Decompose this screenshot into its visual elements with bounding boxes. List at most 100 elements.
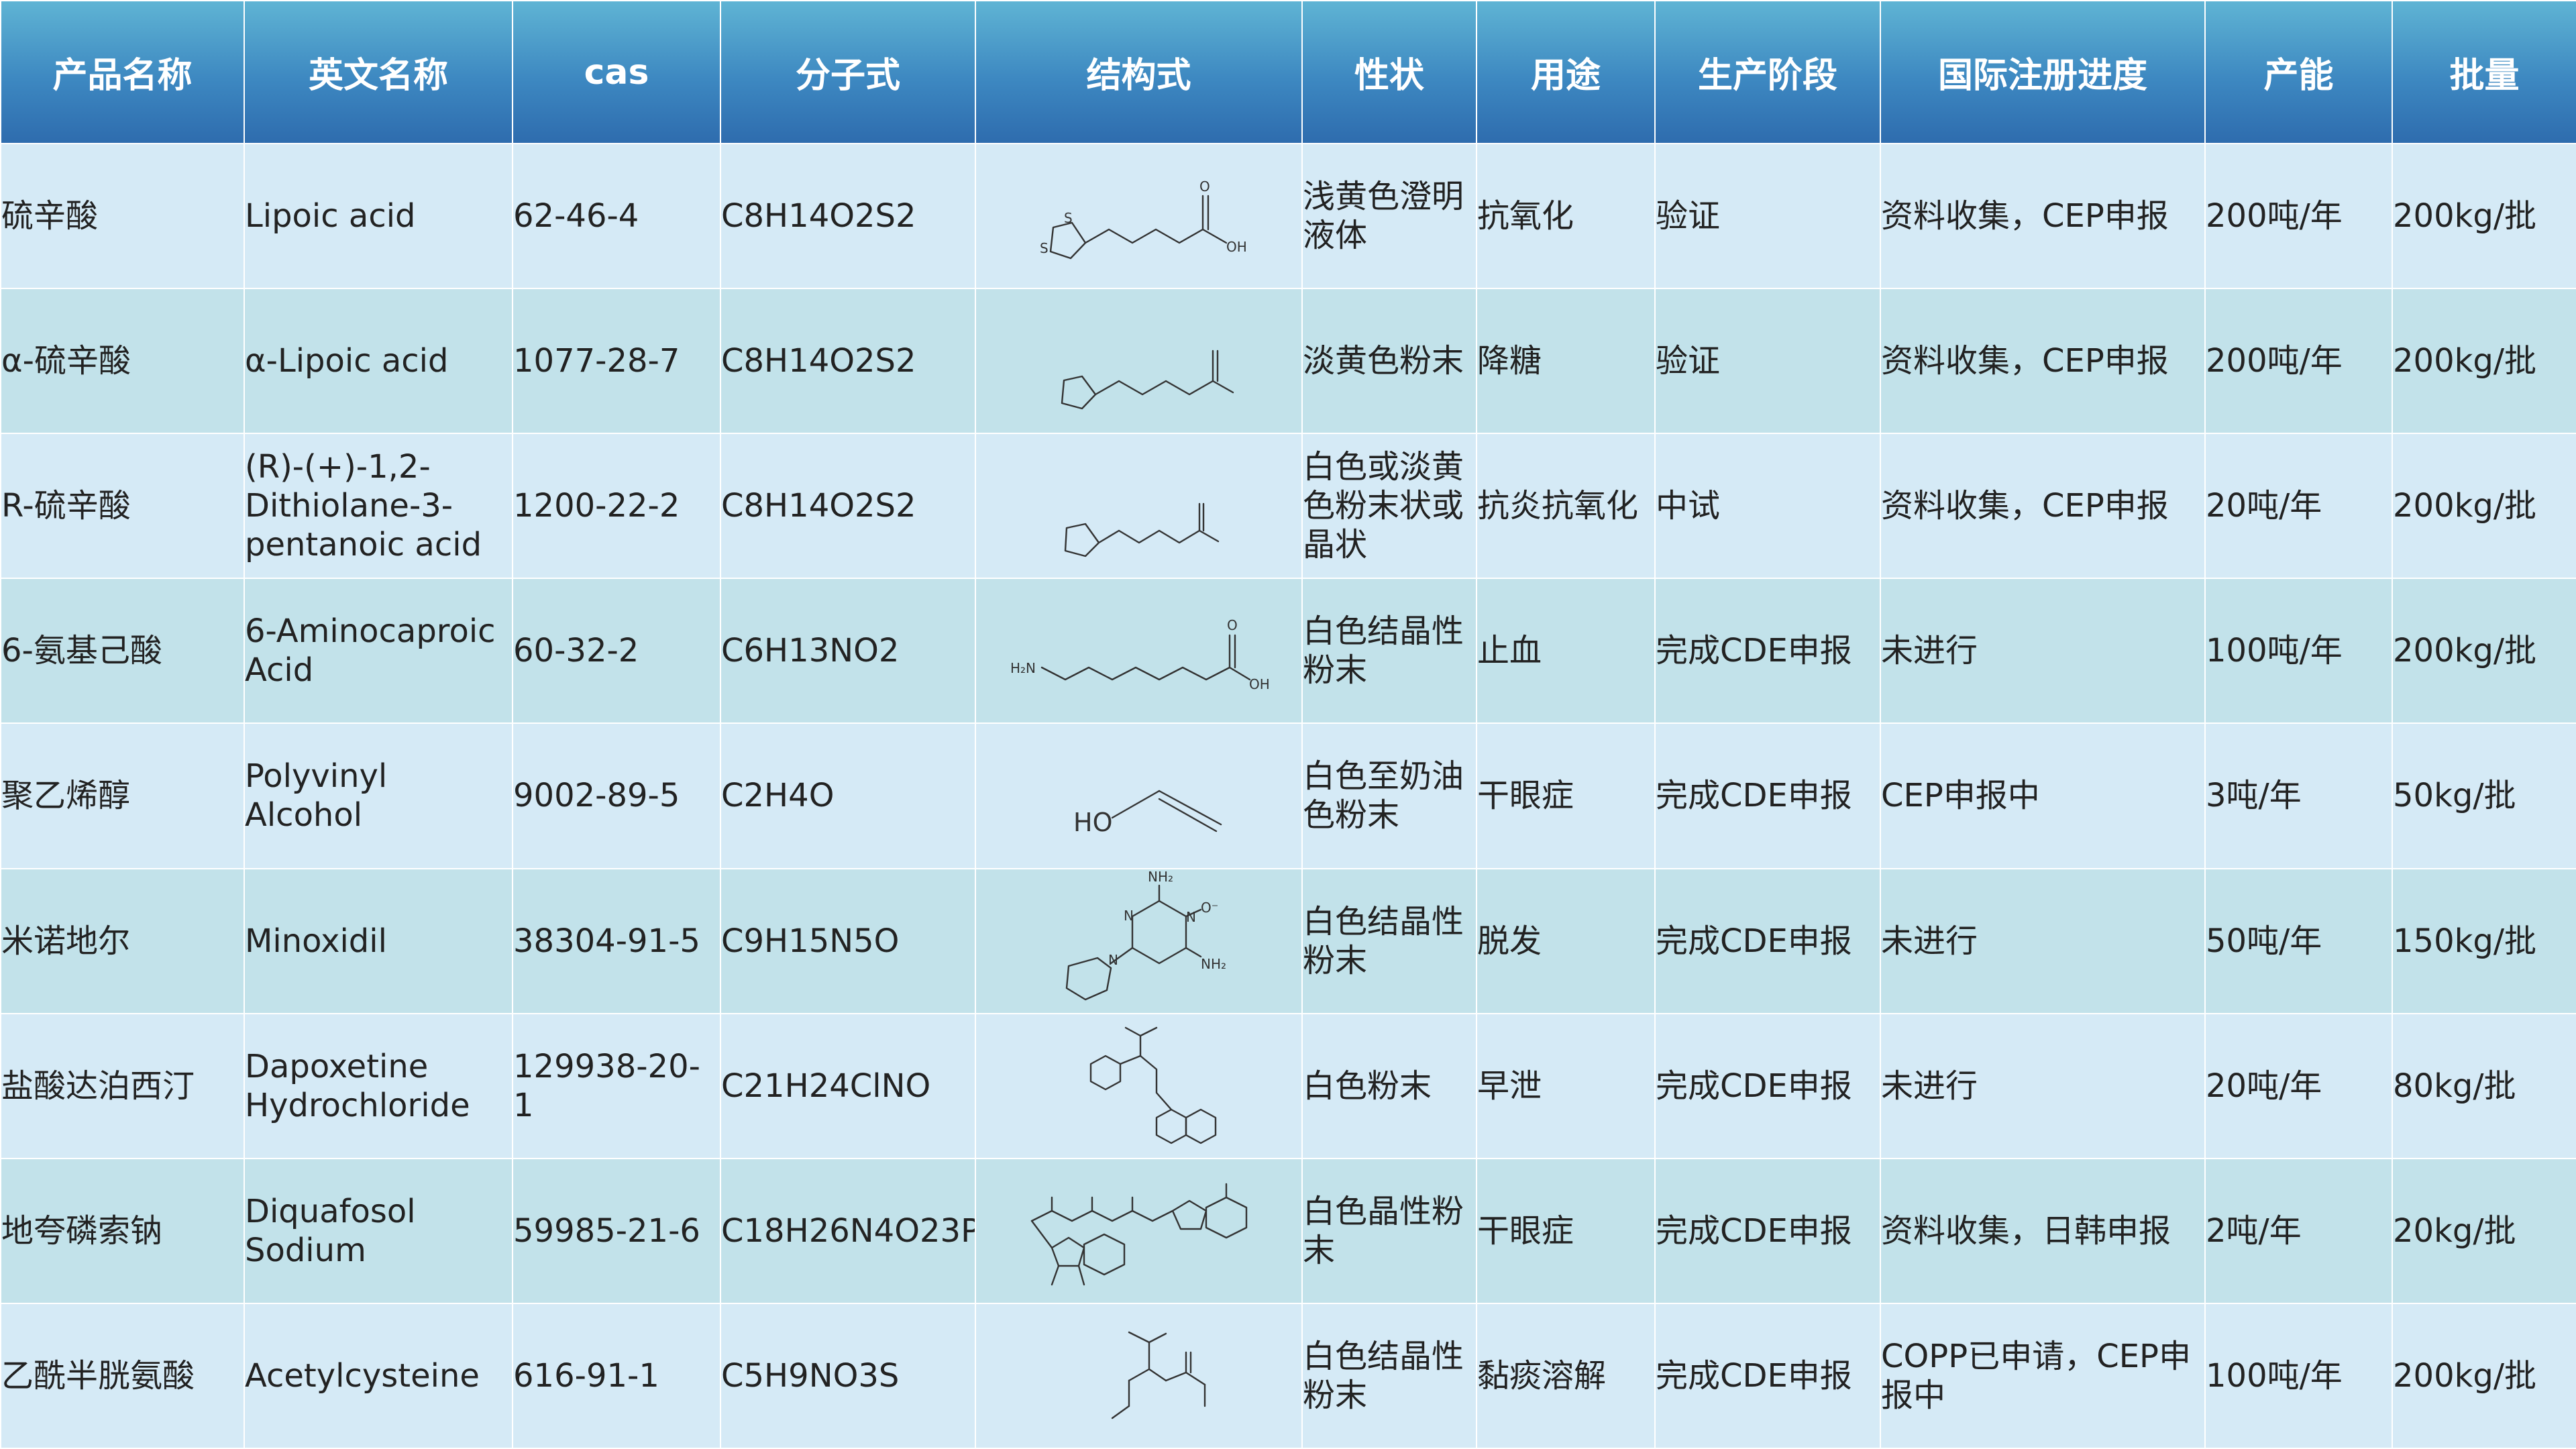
cell-formula: C6H13NO2 — [720, 578, 976, 724]
cell-registration: 资料收集，CEP申报 — [1880, 288, 2206, 435]
cell-cas: 1077-28-7 — [512, 288, 721, 435]
amine-label: H₂N — [1010, 660, 1036, 676]
diquafosol-structure — [1030, 1183, 1247, 1286]
cell-appearance: 白色晶性粉末 — [1301, 1157, 1477, 1304]
cell-product-name: 硫辛酸 — [0, 142, 245, 290]
cell-cas: 59985-21-6 — [512, 1157, 721, 1304]
cell-capacity: 20吨/年 — [2204, 1012, 2393, 1159]
product-table: 产品名称 英文名称 cas 分子式 结构式 性状 用途 生产阶段 国际注册进度 … — [0, 0, 2576, 1449]
cell-english-name: Minoxidil — [244, 867, 513, 1014]
cell-cas: 616-91-1 — [512, 1302, 721, 1449]
cell-english-name: α-Lipoic acid — [244, 288, 513, 435]
cell-registration: 资料收集，日韩申报 — [1880, 1157, 2206, 1304]
cell-capacity: 3吨/年 — [2204, 722, 2393, 869]
aminocaproic-acid-structure: H₂N O OH — [1010, 617, 1270, 692]
acetylcysteine-structure — [1111, 1331, 1205, 1419]
alpha-lipoic-acid-structure — [1061, 350, 1234, 410]
cell-english-name: Polyvinyl Alcohol — [244, 722, 513, 869]
cell-product-name: 米诺地尔 — [0, 867, 245, 1014]
cell-capacity: 200吨/年 — [2204, 142, 2393, 290]
cell-structure — [975, 1012, 1303, 1159]
table-row: α-硫辛酸 α-Lipoic acid 1077-28-7 C8H14O2S2 … — [0, 288, 2576, 435]
nitrogen-label: N — [1108, 952, 1118, 968]
hydroxyl-label: OH — [1249, 676, 1270, 692]
table-row: 地夸磷索钠 Diquafosol Sodium 59985-21-6 C18H2… — [0, 1157, 2576, 1304]
cell-registration: 资料收集，CEP申报 — [1880, 142, 2206, 290]
cell-stage: 完成CDE申报 — [1654, 1012, 1881, 1159]
cell-registration: 未进行 — [1880, 1012, 2206, 1159]
cell-stage: 完成CDE申报 — [1654, 578, 1881, 724]
cell-batch: 200kg/批 — [2392, 142, 2576, 290]
cell-appearance: 白色结晶性粉末 — [1301, 578, 1477, 724]
cell-cas: 62-46-4 — [512, 142, 721, 290]
cell-structure — [975, 1302, 1303, 1449]
minoxidil-structure: NH₂ N N O⁻ NH₂ N — [1065, 871, 1226, 1000]
col-header-registration: 国际注册进度 — [1880, 0, 2206, 144]
cell-structure: HO — [975, 722, 1303, 869]
cell-english-name: (R)-(+)-1,2-Dithiolane-3-pentanoic acid — [244, 433, 513, 580]
cell-batch: 200kg/批 — [2392, 288, 2576, 435]
cell-batch: 150kg/批 — [2392, 867, 2576, 1014]
oxygen-label: O — [1199, 178, 1210, 195]
oxygen-label: O — [1227, 617, 1238, 633]
oxide-label: O⁻ — [1201, 900, 1218, 916]
cell-cas: 60-32-2 — [512, 578, 721, 724]
hydroxyl-label: OH — [1226, 239, 1247, 255]
table-row: 硫辛酸 Lipoic acid 62-46-4 C8H14O2S2 S S O … — [0, 142, 2576, 290]
cell-registration: 未进行 — [1880, 867, 2206, 1014]
cell-structure — [975, 433, 1303, 580]
cell-capacity: 50吨/年 — [2204, 867, 2393, 1014]
sulfur-label: S — [1040, 240, 1049, 256]
hydroxyl-label: HO — [1073, 808, 1112, 837]
cell-stage: 中试 — [1654, 433, 1881, 580]
table-row: 乙酰半胱氨酸 Acetylcysteine 616-91-1 C5H9NO3S — [0, 1302, 2576, 1449]
cell-appearance: 白色粉末 — [1301, 1012, 1477, 1159]
cell-cas: 38304-91-5 — [512, 867, 721, 1014]
polyvinyl-alcohol-structure: HO — [1073, 790, 1222, 837]
cell-batch: 200kg/批 — [2392, 433, 2576, 580]
cell-capacity: 2吨/年 — [2204, 1157, 2393, 1304]
amine-label: NH₂ — [1201, 956, 1226, 972]
col-header-product-name: 产品名称 — [0, 0, 245, 144]
cell-capacity: 20吨/年 — [2204, 433, 2393, 580]
col-header-english-name: 英文名称 — [244, 0, 513, 144]
cell-stage: 完成CDE申报 — [1654, 722, 1881, 869]
amine-label: NH₂ — [1148, 871, 1173, 885]
cell-structure: H₂N O OH — [975, 578, 1303, 724]
dapoxetine-structure — [1089, 1026, 1216, 1144]
col-header-stage: 生产阶段 — [1654, 0, 1881, 144]
cell-formula: C8H14O2S2 — [720, 142, 976, 290]
cell-formula: C9H15N5O — [720, 867, 976, 1014]
cell-english-name: Lipoic acid — [244, 142, 513, 290]
cell-cas: 129938-20-1 — [512, 1012, 721, 1159]
cell-capacity: 200吨/年 — [2204, 288, 2393, 435]
cell-structure — [975, 1157, 1303, 1304]
col-header-batch: 批量 — [2392, 0, 2576, 144]
cell-registration: COPP已申请，CEP申报中 — [1880, 1302, 2206, 1449]
table-row: R-硫辛酸 (R)-(+)-1,2-Dithiolane-3-pentanoic… — [0, 433, 2576, 580]
cell-product-name: 盐酸达泊西汀 — [0, 1012, 245, 1159]
lipoic-acid-structure: S S O OH — [1040, 178, 1247, 260]
cell-use: 抗氧化 — [1476, 142, 1656, 290]
cell-batch: 80kg/批 — [2392, 1012, 2576, 1159]
cell-appearance: 白色或淡黄色粉末状或晶状 — [1301, 433, 1477, 580]
cell-appearance: 浅黄色澄明液体 — [1301, 142, 1477, 290]
table-row: 盐酸达泊西汀 Dapoxetine Hydrochloride 129938-2… — [0, 1012, 2576, 1159]
cell-use: 降糖 — [1476, 288, 1656, 435]
cell-english-name: Acetylcysteine — [244, 1302, 513, 1449]
cell-product-name: α-硫辛酸 — [0, 288, 245, 435]
cell-use: 干眼症 — [1476, 722, 1656, 869]
cell-formula: C2H4O — [720, 722, 976, 869]
col-header-capacity: 产能 — [2204, 0, 2393, 144]
cell-batch: 200kg/批 — [2392, 1302, 2576, 1449]
cell-product-name: 乙酰半胱氨酸 — [0, 1302, 245, 1449]
cell-english-name: Diquafosol Sodium — [244, 1157, 513, 1304]
cell-formula: C5H9NO3S — [720, 1302, 976, 1449]
cell-use: 脱发 — [1476, 867, 1656, 1014]
sulfur-label: S — [1064, 210, 1073, 226]
cell-structure: NH₂ N N O⁻ NH₂ N — [975, 867, 1303, 1014]
col-header-appearance: 性状 — [1301, 0, 1477, 144]
table-row: 6-氨基己酸 6-Aminocaproic Acid 60-32-2 C6H13… — [0, 578, 2576, 724]
cell-english-name: Dapoxetine Hydrochloride — [244, 1012, 513, 1159]
cell-capacity: 100吨/年 — [2204, 1302, 2393, 1449]
